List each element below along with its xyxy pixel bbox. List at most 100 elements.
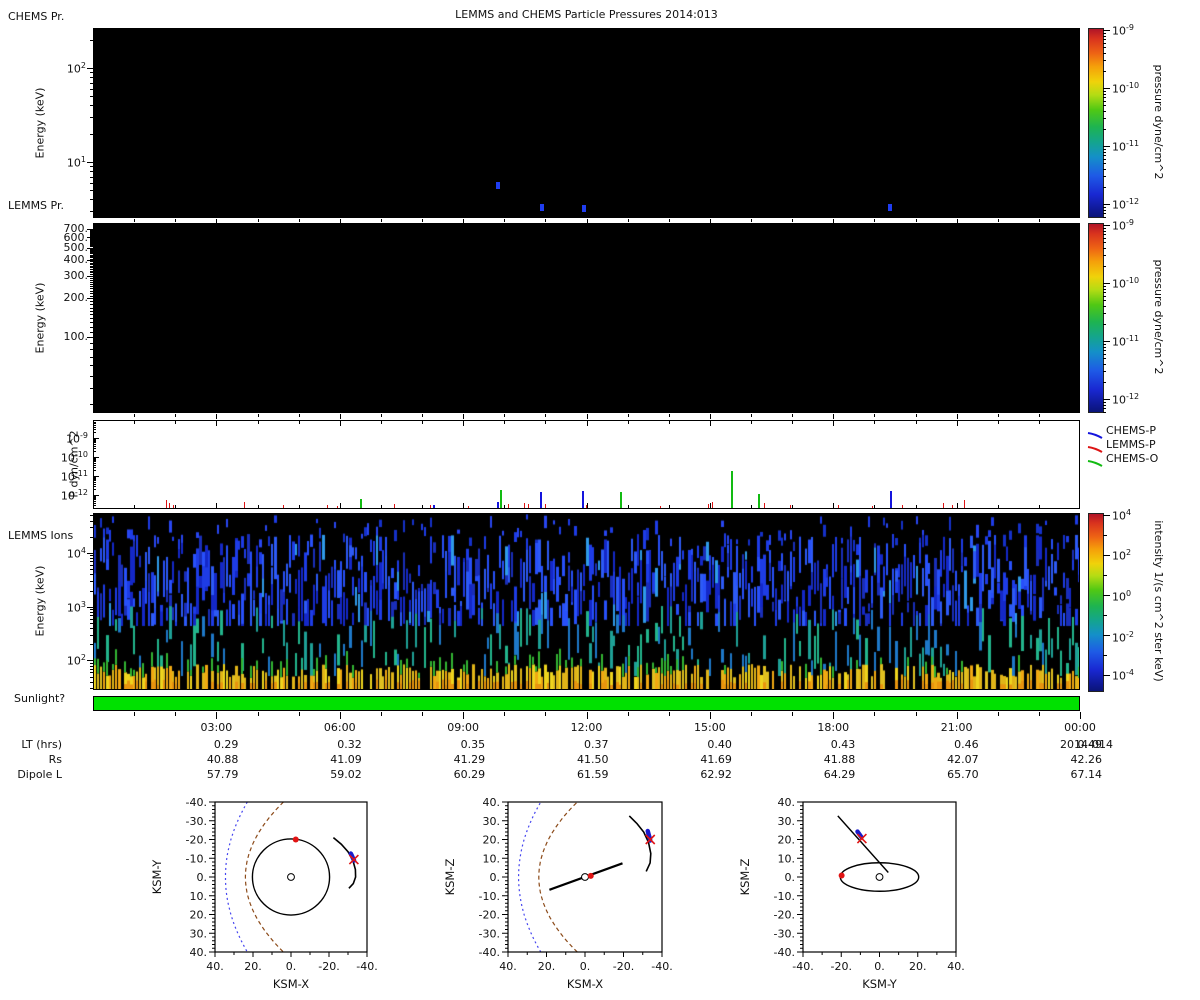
y-axis-tick [90,387,93,389]
y-axis-tick [90,243,93,245]
x-axis-tick [997,414,999,417]
x-axis-tick [257,421,259,424]
colorbar-tick [1103,635,1110,637]
y-axis-tick [1103,407,1106,409]
time-tick-label: 15:00 [694,721,726,734]
lemms-ions-spectrogram [93,513,1080,690]
x-axis-tick [874,219,876,222]
x-axis-tick [175,219,177,222]
y-axis-tick [90,274,93,276]
x-axis-tick [463,414,465,419]
y-axis-tick [1103,291,1106,293]
legend-line-icon [1087,453,1103,467]
y-axis-tick [90,288,93,290]
x-axis-tick [709,219,711,223]
y-axis-tick [90,248,93,250]
y-axis-tick [1103,288,1106,290]
ytick-label: 102 [66,61,86,76]
x-axis-tick [175,414,177,417]
row-value: 0.32 [337,738,362,751]
x-axis-tick [463,219,465,223]
x-axis-tick [751,414,752,417]
x-axis-tick [792,505,794,508]
y-axis-tick [1103,53,1106,55]
row-value: 57.79 [206,768,239,781]
x-axis-tick [668,219,670,222]
x-axis-tick [504,219,506,222]
x-axis-tick [792,421,794,424]
y-axis-tick [90,257,93,259]
pressure-spike [582,491,584,508]
colorbar-tick-label: 10-12 [1112,392,1140,407]
time-tick-label: 21:00 [940,721,973,734]
y-axis-tick [90,365,93,367]
pressure-spike [337,506,338,508]
x-axis-tick [915,712,917,716]
x-axis-tick [709,712,711,719]
colorbar-tick-label: 10-12 [1112,197,1140,212]
y-axis-tick [90,268,93,270]
xtick-label: -20. [831,960,852,973]
y-axis-tick [1103,248,1106,250]
y-axis-tick [90,254,93,256]
pressure-colorbar-1 [1088,28,1104,218]
y-axis-tick [90,375,93,377]
x-axis-title: KSM-Y [862,977,898,991]
y-axis-tick [1103,346,1106,348]
y-axis-tick [94,485,96,487]
pressure-data-point [496,182,500,189]
pressure-spike [430,505,431,508]
pressure-spike [872,506,873,508]
ytick-label: 0. [197,871,208,884]
y-axis-tick [90,290,93,292]
pressure-spike [586,505,587,508]
pressure-spike [524,503,525,508]
y-axis-tick [90,555,93,557]
x-axis-tick [463,503,465,508]
y-axis-tick [90,293,93,295]
pressure-spike [708,504,709,508]
y-axis-tick [90,581,93,583]
y-axis-title: KSM-Z [738,858,752,895]
y-axis-tick [1103,381,1106,383]
y-axis-tick [90,236,93,238]
pressure-spike [758,494,760,508]
colorbar-title-intensity: intensity 1/(s cm^2 ster keV) [1152,520,1165,682]
row-value: 0.43 [830,738,856,751]
row-value: 42.26 [1070,753,1103,766]
x-axis-tick [709,414,711,419]
x-axis-tick [504,505,506,508]
y-axis-tick [90,133,93,135]
xtick-label: 0. [580,960,591,973]
x-axis-tick [956,421,958,426]
y-axis-tick [90,72,93,74]
y-axis-tick [94,439,96,441]
row-value: 60.29 [453,768,486,781]
y-axis-tick [90,270,93,272]
y-axis-tick [1103,96,1106,98]
y-axis-tick [94,462,96,464]
y-axis-tick [1103,295,1106,297]
y-axis-tick [90,238,93,240]
ytick-label: 10. [483,852,501,865]
x-axis-tick [339,503,341,508]
y-axis-tick [94,424,96,426]
x-axis-tick [627,505,629,508]
xtick-label: 0. [286,960,297,973]
y-axis-tick [1103,105,1106,107]
titan-position [587,872,594,879]
x-axis-tick [915,219,917,222]
y-axis-tick [90,574,93,576]
x-axis-tick [257,414,259,417]
y-axis-tick [90,211,93,213]
y-axis-tick [1103,204,1110,205]
y-axis-tick [1103,323,1106,325]
pressure-spike [620,492,622,508]
x-axis-tick [956,414,958,419]
y-axis-tick [87,606,93,608]
x-axis-tick [545,712,547,716]
x-axis-tick [874,414,876,417]
y-axis-title-ions: Energy (keV) [33,565,47,637]
time-tick-label: 06:00 [323,721,356,734]
row-value: 0.37 [584,738,609,751]
